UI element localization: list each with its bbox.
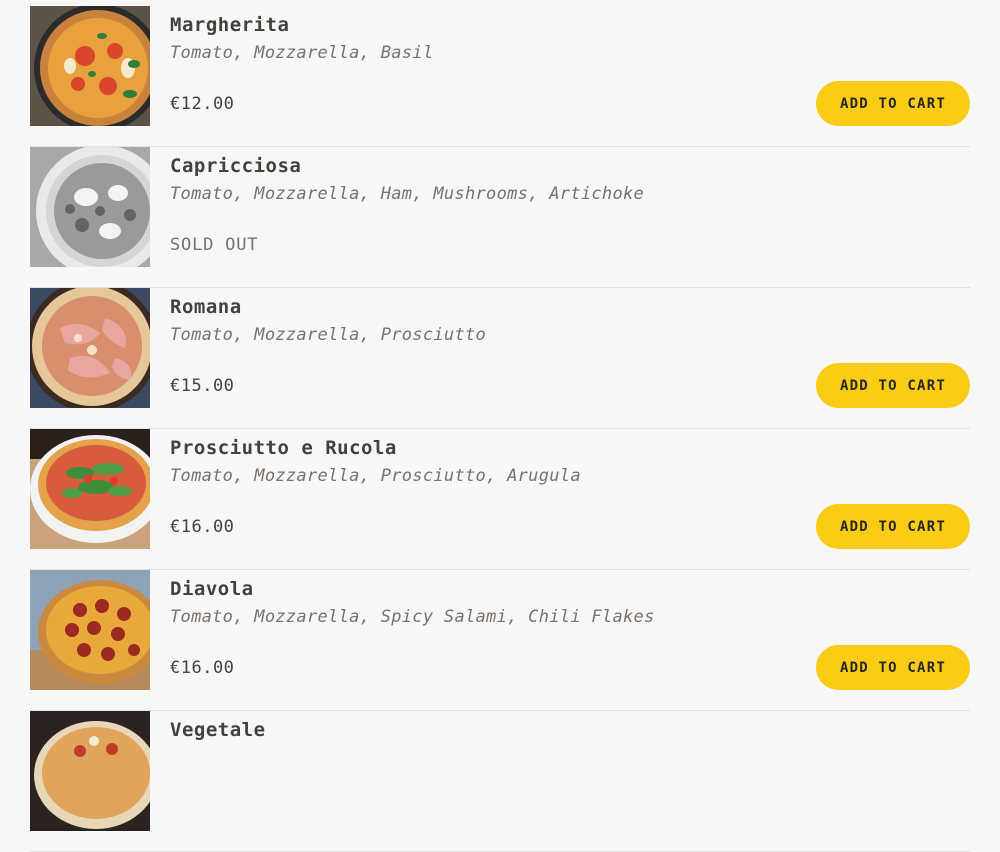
item-name: Prosciutto e Rucola — [170, 437, 397, 459]
item-ingredients: Tomato, Mozzarella, Basil — [170, 43, 434, 63]
pizza-menu-list: Margherita Tomato, Mozzarella, Basil €12… — [30, 6, 970, 852]
item-name: Vegetale — [170, 719, 266, 741]
pizza-image-prosciutto-e-rucola — [30, 429, 150, 549]
menu-item-prosciutto-e-rucola: Prosciutto e Rucola Tomato, Mozzarella, … — [30, 429, 970, 570]
item-price: €16.00 — [170, 658, 235, 678]
pizza-image-vegetale — [30, 711, 150, 831]
add-to-cart-button[interactable]: ADD TO CART — [816, 645, 970, 690]
menu-item-capricciosa: Capricciosa Tomato, Mozzarella, Ham, Mus… — [30, 147, 970, 288]
pizza-image-diavola — [30, 570, 150, 690]
add-to-cart-button[interactable]: ADD TO CART — [816, 504, 970, 549]
item-name: Margherita — [170, 14, 290, 36]
pizza-image-margherita — [30, 6, 150, 126]
menu-item-margherita: Margherita Tomato, Mozzarella, Basil €12… — [30, 6, 970, 147]
item-name: Capricciosa — [170, 155, 302, 177]
menu-item-diavola: Diavola Tomato, Mozzarella, Spicy Salami… — [30, 570, 970, 711]
item-price: €15.00 — [170, 376, 235, 396]
item-price: €16.00 — [170, 517, 235, 537]
pizza-image-romana — [30, 288, 150, 408]
item-price: €12.00 — [170, 94, 235, 114]
add-to-cart-button[interactable]: ADD TO CART — [816, 81, 970, 126]
menu-item-vegetale: Vegetale — [30, 711, 970, 852]
add-to-cart-button[interactable]: ADD TO CART — [816, 363, 970, 408]
item-ingredients: Tomato, Mozzarella, Prosciutto, Arugula — [170, 466, 581, 486]
pizza-image-capricciosa — [30, 147, 150, 267]
sold-out-label: SOLD OUT — [170, 235, 259, 255]
menu-item-romana: Romana Tomato, Mozzarella, Prosciutto €1… — [30, 288, 970, 429]
item-ingredients: Tomato, Mozzarella, Spicy Salami, Chili … — [170, 607, 655, 627]
item-name: Diavola — [170, 578, 254, 600]
item-name: Romana — [170, 296, 242, 318]
item-ingredients: Tomato, Mozzarella, Prosciutto — [170, 325, 487, 345]
item-ingredients: Tomato, Mozzarella, Ham, Mushrooms, Arti… — [170, 184, 645, 204]
